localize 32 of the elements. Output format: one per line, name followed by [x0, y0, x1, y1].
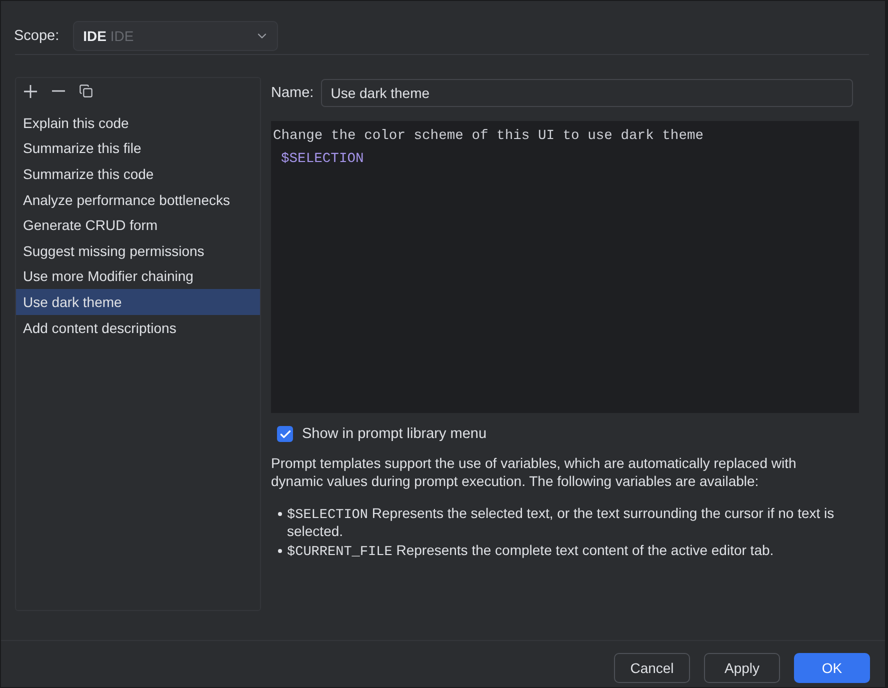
prompt-list-item[interactable]: Analyze performance bottlenecks [16, 186, 260, 212]
prompt-list-item[interactable]: Suggest missing permissions [16, 238, 260, 264]
help-text: Prompt templates support the use of variables, which are automatically replaced with dynamic values during prompt execution. The following variables are available: [271, 454, 798, 490]
copy-button[interactable] [78, 83, 94, 99]
prompt-list-item[interactable]: Use dark theme [16, 289, 260, 315]
name-field[interactable]: Use dark theme [320, 79, 853, 107]
dialog-button[interactable]: Cancel [614, 653, 690, 683]
bullet-icon [278, 512, 282, 516]
dialog-button[interactable]: Apply [704, 653, 780, 683]
variable-description: $SELECTION Represents the selected text, or the text surrounding the cursor if no text is selected. [287, 505, 836, 540]
primary-button[interactable]: OK [794, 653, 870, 683]
prompt-editor[interactable]: Change the color scheme of this UI to use dark theme $SELECTION [271, 121, 859, 413]
check-icon [278, 428, 292, 440]
copy-icon [79, 84, 93, 98]
prompt-list-item[interactable]: Summarize this code [16, 161, 260, 187]
code-line: Change the color scheme of this UI to use dark theme [273, 128, 704, 146]
name-label: Name: [271, 85, 314, 101]
checkbox-label: Show in prompt library menu [302, 426, 487, 442]
prompt-list-item[interactable]: Use more Modifier chaining [16, 264, 260, 290]
variable-code-line: $SELECTION [281, 151, 364, 169]
prompt-list-item[interactable]: Explain this code [16, 110, 260, 136]
checkbox[interactable] [277, 426, 293, 442]
prompt-list-item[interactable]: Generate CRUD form [16, 212, 260, 238]
prompt-list-item[interactable]: Summarize this file [16, 136, 260, 162]
plus-icon [24, 84, 36, 98]
minus-icon [52, 90, 64, 92]
scope-label: Scope: [14, 28, 60, 44]
add-button[interactable] [22, 83, 38, 99]
variable-description: $CURRENT_FILE Represents the complete text content of the active editor tab. [287, 542, 775, 559]
scope-dropdown[interactable]: IDE IDE [73, 21, 278, 51]
prompt-list-item[interactable]: Add content descriptions [16, 314, 260, 340]
bullet-icon [278, 548, 282, 552]
